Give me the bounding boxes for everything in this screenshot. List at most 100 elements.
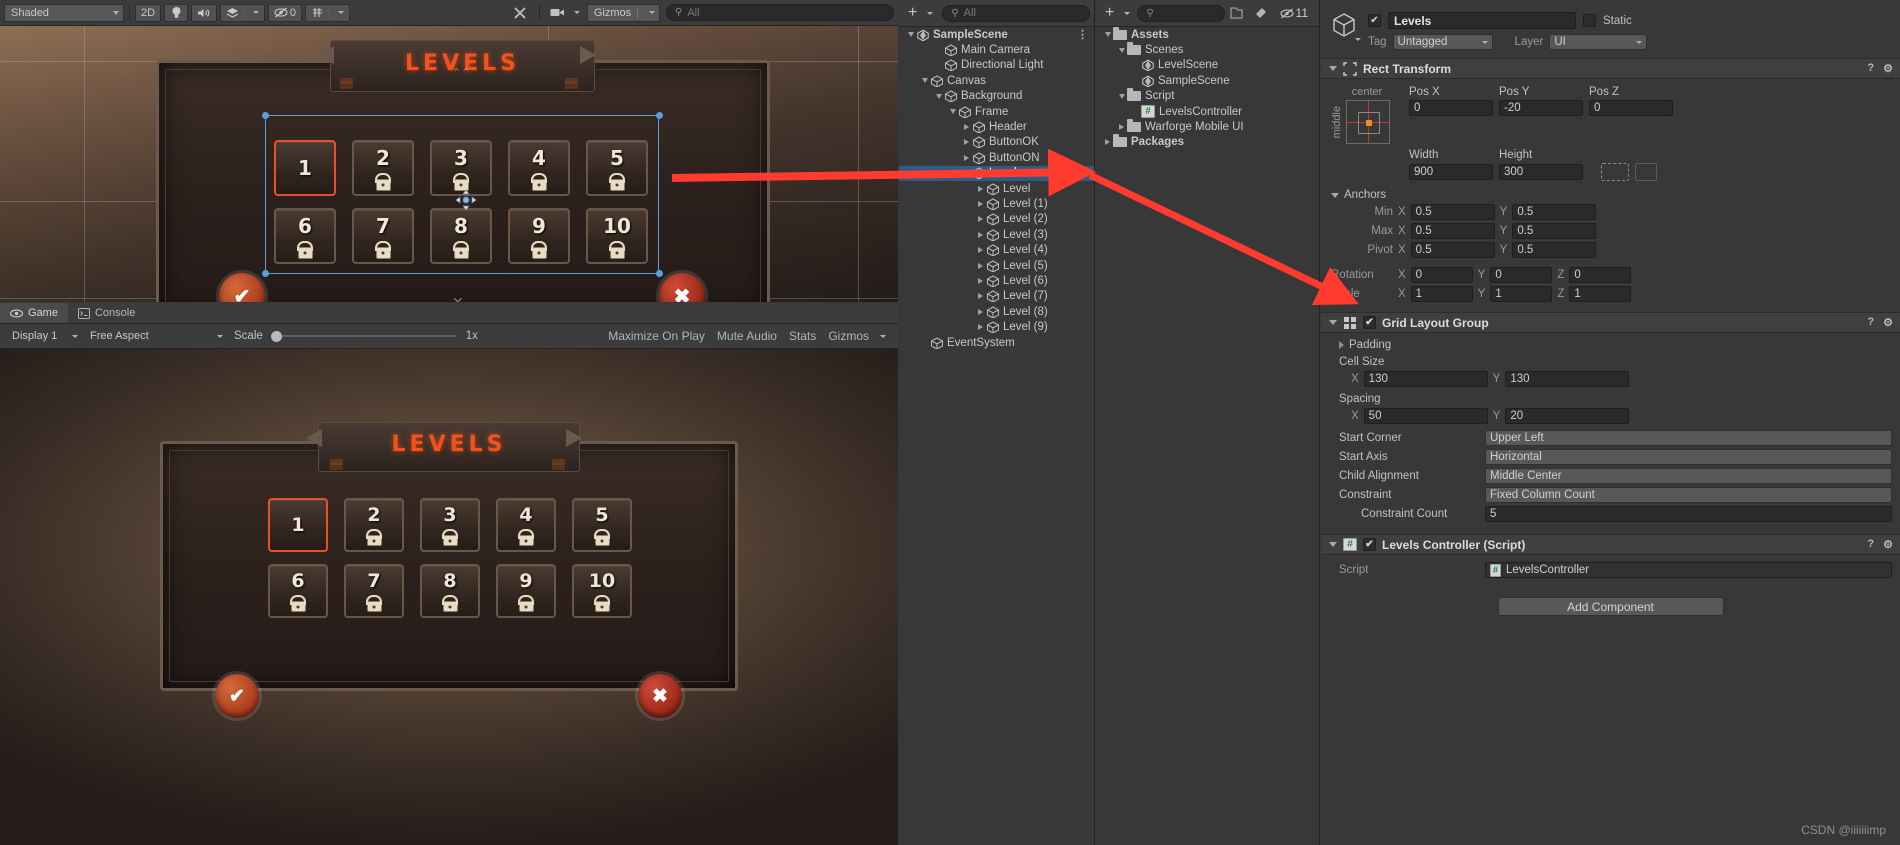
chevron-right-icon[interactable] — [1102, 139, 1113, 146]
scale-slider[interactable] — [270, 329, 456, 343]
maximize-on-play-button[interactable]: Maximize On Play — [603, 326, 710, 346]
project-add-button[interactable]: + — [1100, 3, 1135, 23]
layer-dropdown[interactable]: UI — [1549, 34, 1648, 50]
scale-z-input[interactable]: 1 — [1569, 286, 1632, 302]
project-row[interactable]: Scenes — [1096, 42, 1319, 57]
project-row[interactable]: LevelScene — [1096, 58, 1319, 73]
mute-audio-button[interactable]: Mute Audio — [712, 326, 782, 346]
chevron-down-icon[interactable] — [1329, 320, 1337, 325]
project-visibility-count[interactable]: 11 — [1275, 3, 1313, 23]
selection-handle-tr[interactable] — [656, 112, 663, 119]
chevron-down-icon[interactable] — [933, 93, 944, 99]
preset-icon[interactable]: ⚙ — [1883, 538, 1893, 551]
hierarchy-row[interactable]: Level (3) — [899, 227, 1094, 242]
move-gizmo[interactable] — [455, 189, 477, 214]
pivot-x-input[interactable]: 0.5 — [1410, 242, 1495, 258]
chevron-right-icon[interactable] — [1339, 341, 1344, 349]
level-button-6[interactable]: 6 — [268, 564, 328, 618]
scale-slider-thumb[interactable] — [270, 331, 282, 342]
preset-icon[interactable]: ⚙ — [1883, 316, 1893, 329]
hierarchy-row[interactable]: Header — [899, 119, 1094, 134]
rotation-z-input[interactable]: 0 — [1569, 267, 1632, 283]
hierarchy-row[interactable]: Level — [899, 181, 1094, 196]
raw-edit-mode-button[interactable] — [1635, 163, 1657, 181]
gizmos-dropdown[interactable]: Gizmos | — [586, 3, 660, 22]
selection-handle-bl[interactable] — [262, 270, 269, 277]
project-label-button[interactable] — [1250, 3, 1273, 23]
help-icon[interactable]: ? — [1867, 316, 1874, 329]
level-button-5[interactable]: 5 — [572, 498, 632, 552]
anchor-max-y-input[interactable]: 0.5 — [1512, 223, 1597, 239]
constraint-count-input[interactable]: 5 — [1485, 506, 1892, 522]
width-input[interactable]: 900 — [1409, 164, 1493, 180]
fx-dropdown-button[interactable]: | — [220, 3, 265, 22]
height-input[interactable]: 300 — [1499, 164, 1583, 180]
hierarchy-search-input[interactable]: ⚲ All — [942, 4, 1090, 22]
chevron-right-icon[interactable] — [975, 262, 986, 269]
anchor-max-x-input[interactable]: 0.5 — [1410, 223, 1495, 239]
chevron-right-icon[interactable] — [975, 277, 986, 284]
level-button-10[interactable]: 10 — [572, 564, 632, 618]
chevron-down-icon[interactable] — [961, 170, 972, 176]
chevron-down-icon[interactable] — [947, 109, 958, 115]
hierarchy-row[interactable]: Levels — [899, 165, 1094, 181]
anchor-min-y-input[interactable]: 0.5 — [1512, 204, 1597, 220]
project-row[interactable]: Assets — [1096, 26, 1319, 42]
add-component-button[interactable]: Add Component — [1497, 597, 1724, 616]
chevron-right-icon[interactable] — [975, 293, 986, 300]
hierarchy-row[interactable]: ButtonOK — [899, 135, 1094, 150]
levels-controller-enabled-checkbox[interactable]: ✔ — [1363, 538, 1376, 551]
pos-x-input[interactable]: 0 — [1409, 100, 1493, 116]
toggle-2d-button[interactable]: 2D — [135, 3, 162, 22]
anchors-foldout[interactable]: Anchors — [1331, 189, 1892, 201]
static-checkbox[interactable] — [1583, 14, 1596, 27]
chevron-right-icon[interactable] — [975, 247, 986, 254]
level-button-3[interactable]: 3 — [420, 498, 480, 552]
chevron-right-icon[interactable] — [961, 154, 972, 161]
hierarchy-row[interactable]: Main Camera — [899, 42, 1094, 57]
chevron-right-icon[interactable] — [1116, 124, 1127, 131]
project-row[interactable]: # LevelsController — [1096, 104, 1319, 119]
chevron-down-icon[interactable] — [919, 78, 930, 84]
aspect-dropdown[interactable]: Free Aspect — [83, 327, 228, 345]
script-object-field[interactable]: # LevelsController — [1485, 562, 1892, 578]
hierarchy-row[interactable]: SampleScene ⋮ — [899, 27, 1094, 42]
pos-y-input[interactable]: -20 — [1499, 100, 1583, 116]
hierarchy-row[interactable]: Level (9) — [899, 319, 1094, 334]
project-search-input[interactable]: ⚲ — [1137, 4, 1225, 22]
child-alignment-dropdown[interactable]: Middle Center — [1485, 468, 1892, 484]
project-favorites-button[interactable] — [1225, 3, 1248, 23]
selection-handle-tl[interactable] — [262, 112, 269, 119]
spacing-x-input[interactable]: 50 — [1363, 408, 1488, 424]
chevron-right-icon[interactable] — [975, 200, 986, 207]
scale-y-input[interactable]: 1 — [1490, 286, 1553, 302]
blueprint-mode-button[interactable] — [1601, 163, 1629, 181]
level-button-9[interactable]: 9 — [496, 564, 556, 618]
hidden-objects-button[interactable]: 0 — [267, 3, 303, 22]
chevron-right-icon[interactable] — [975, 324, 986, 331]
pivot-y-input[interactable]: 0.5 — [1512, 242, 1597, 258]
game-render-surface[interactable]: LEVELS ▒▒ ▒▒ 1 2 3 4 5 6 7 8 9 10 ✔ ✖ — [0, 349, 898, 845]
hierarchy-row[interactable]: Level (8) — [899, 304, 1094, 319]
lighting-toggle-button[interactable] — [164, 3, 189, 22]
tab-game[interactable]: Game — [0, 303, 68, 323]
spacing-y-input[interactable]: 20 — [1505, 408, 1630, 424]
hierarchy-row[interactable]: Background — [899, 89, 1094, 104]
hierarchy-row[interactable]: ButtonON — [899, 150, 1094, 165]
level-button-4[interactable]: 4 — [496, 498, 556, 552]
constraint-dropdown[interactable]: Fixed Column Count — [1485, 487, 1892, 503]
chevron-down-icon[interactable] — [1329, 542, 1337, 547]
stats-button[interactable]: Stats — [784, 326, 821, 346]
chevron-right-icon[interactable] — [975, 185, 986, 192]
hierarchy-tree[interactable]: SampleScene ⋮ Main Camera Directional Light… — [899, 27, 1094, 845]
display-dropdown[interactable]: Display 1 — [5, 327, 83, 345]
audio-toggle-button[interactable] — [191, 3, 218, 22]
preset-icon[interactable]: ⚙ — [1883, 62, 1893, 75]
hierarchy-row[interactable]: Level (1) — [899, 196, 1094, 211]
grid-snap-button[interactable]: | — [305, 3, 350, 22]
draw-mode-dropdown[interactable]: Shaded — [4, 3, 124, 22]
anchor-min-x-input[interactable]: 0.5 — [1410, 204, 1495, 220]
rotation-x-input[interactable]: 0 — [1410, 267, 1473, 283]
scene-viewport[interactable]: LEVELS ▒▒ ▒▒ 12345678910 ✔ ✖ ✕ — [0, 26, 898, 302]
hierarchy-row[interactable]: Level (7) — [899, 289, 1094, 304]
